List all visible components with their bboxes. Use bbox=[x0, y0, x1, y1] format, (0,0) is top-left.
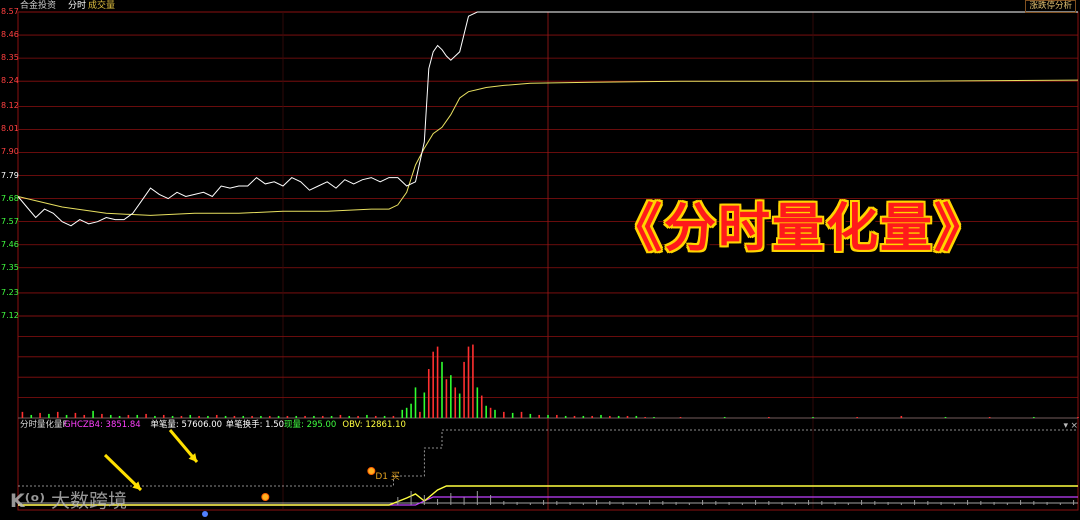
volume-label[interactable]: 成交量 bbox=[88, 0, 115, 12]
indicator-value: 单笔换手: 1.50 bbox=[225, 420, 285, 430]
indicator-value: 单笔量: 57606.00 bbox=[150, 420, 223, 430]
indicator-value: 现量: 295.00 bbox=[284, 420, 337, 430]
close-icon[interactable]: × bbox=[1070, 421, 1078, 431]
overlay-title: 《分时量化量》 bbox=[610, 199, 989, 259]
time-cursor-icon bbox=[202, 511, 208, 517]
mode-label[interactable]: 分时 bbox=[68, 0, 86, 12]
arrow-icon bbox=[168, 429, 199, 463]
price-tick-label: 7.90 bbox=[1, 147, 19, 157]
limit-analysis-button[interactable]: 涨跌停分析 bbox=[1025, 0, 1076, 13]
watermark-text: 大数跨境 bbox=[50, 490, 127, 512]
price-tick-label: 7.79 bbox=[1, 170, 19, 180]
watermark: K⁽ᵒ⁾ 大数跨境 bbox=[10, 486, 127, 513]
signal-dot bbox=[367, 467, 376, 475]
price-tick-label: 8.57 bbox=[1, 7, 19, 16]
indicator-name[interactable]: 分时量化量F bbox=[20, 420, 67, 431]
price-tick-label: 7.12 bbox=[1, 311, 19, 320]
signal-label: D1 买 bbox=[375, 471, 400, 482]
chevron-down-icon[interactable]: ▾ bbox=[1063, 421, 1068, 431]
price-tick-label: 8.35 bbox=[1, 53, 19, 63]
price-tick-label: 8.46 bbox=[1, 30, 19, 40]
stock-name: 合金投资 bbox=[20, 1, 57, 11]
arrow-icon bbox=[103, 453, 143, 492]
price-tick-label: 8.24 bbox=[1, 76, 19, 86]
price-tick-label: 7.68 bbox=[1, 193, 19, 203]
price-tick-label: 7.57 bbox=[1, 216, 19, 226]
price-tick-label: 8.01 bbox=[1, 124, 19, 134]
price-tick-label: 7.23 bbox=[1, 287, 19, 297]
indicator-value: GHCZB4: 3851.84 bbox=[64, 420, 141, 430]
price-tick-label: 7.35 bbox=[1, 262, 19, 272]
price-tick-label: 7.46 bbox=[1, 239, 19, 249]
signal-dot bbox=[261, 493, 270, 501]
indicator-value: OBV: 12861.10 bbox=[342, 420, 406, 430]
brand-logo-icon: K⁽ᵒ⁾ bbox=[10, 490, 45, 512]
price-tick-label: 8.12 bbox=[1, 101, 19, 111]
